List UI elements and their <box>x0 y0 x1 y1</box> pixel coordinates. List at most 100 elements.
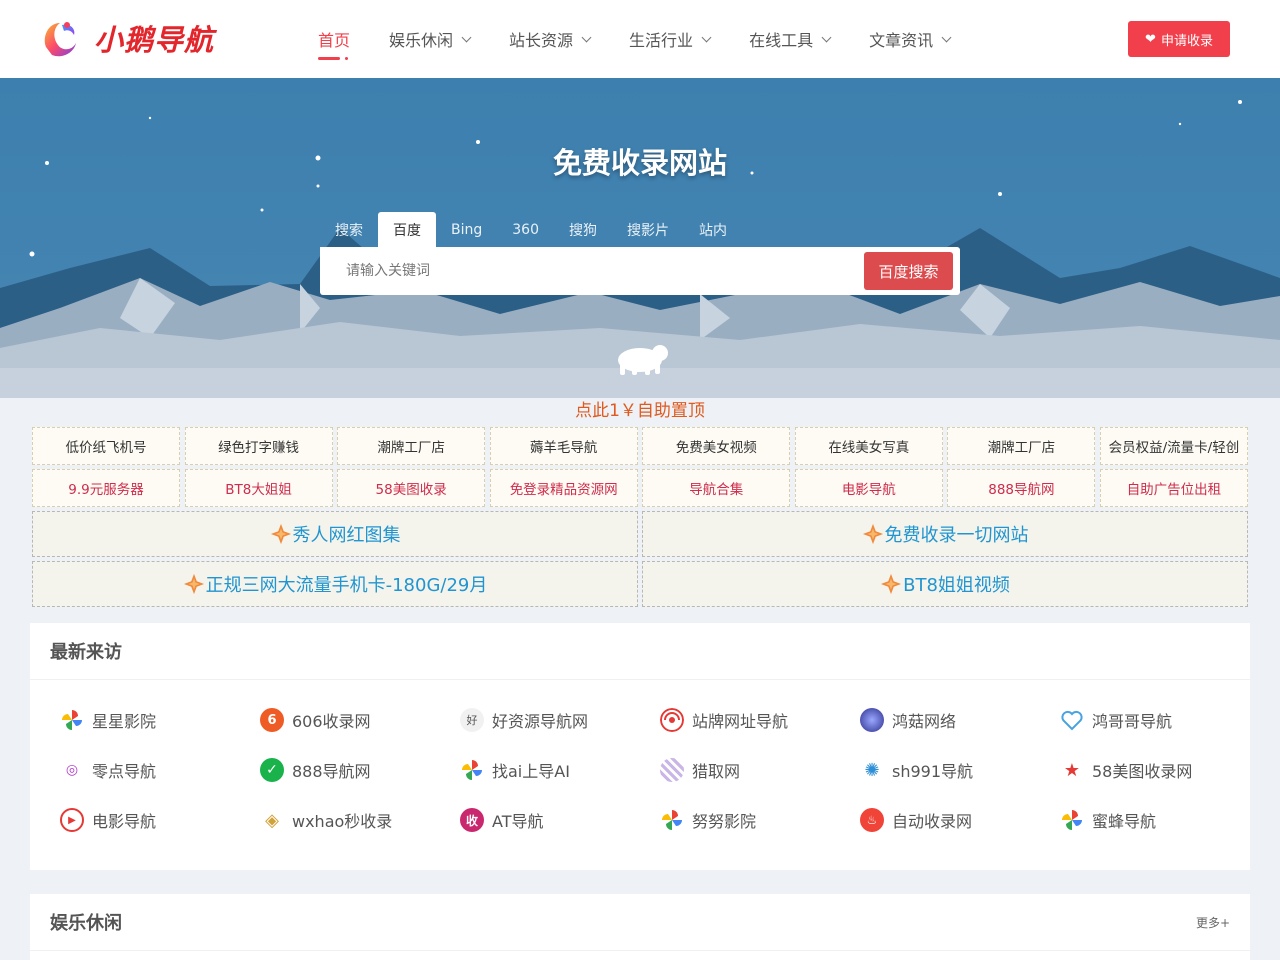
promo-link[interactable]: 在线美女写真 <box>794 427 943 465</box>
site-logo[interactable]: 小鹅导航 <box>40 16 240 60</box>
nav-label: 站长资源 <box>509 31 574 50</box>
visitor-item[interactable]: ★ 58美图收录网 <box>1060 745 1260 795</box>
promo-grid: 低价纸飞机号 绿色打字赚钱 潮牌工厂店 薅羊毛导航 免费美女视频 在线美女写真 … <box>32 427 1248 611</box>
wide-promo-text: BT8姐姐视频 <box>903 575 1010 596</box>
promo-link[interactable]: 58美图收录 <box>337 469 486 507</box>
visitor-name: 鸿哥哥导航 <box>1092 712 1173 731</box>
visitor-item[interactable]: 努努影院 <box>660 795 860 845</box>
visitor-item[interactable]: 猎取网 <box>660 745 860 795</box>
pattern-icon <box>660 758 684 782</box>
swirl-icon <box>660 708 684 732</box>
check-badge-icon: ✓ <box>260 758 284 782</box>
nav-item-home[interactable]: 首页 <box>302 0 366 78</box>
pin-link-text: 点此1￥自助置顶 <box>575 401 705 421</box>
promo-link[interactable]: 潮牌工厂店 <box>947 427 1096 465</box>
visitor-item[interactable]: 收 AT导航 <box>460 795 660 845</box>
wide-promo-row: 秀人网红图集 免费收录一切网站 <box>32 511 1248 557</box>
tab-search[interactable]: 搜索 <box>320 212 378 247</box>
wide-promo-link[interactable]: 秀人网红图集 <box>32 511 638 557</box>
tab-video-search[interactable]: 搜影片 <box>612 212 684 247</box>
visitor-name: 好资源导航网 <box>492 712 589 731</box>
nav-item-articles[interactable]: 文章资讯 <box>853 0 966 78</box>
promo-link[interactable]: 会员权益/流量卡/轻创 <box>1099 427 1248 465</box>
promo-link[interactable]: 潮牌工厂店 <box>337 427 486 465</box>
heart-outline-icon <box>1061 710 1083 731</box>
promo-link[interactable]: 薅羊毛导航 <box>489 427 638 465</box>
wide-promo-link[interactable]: 免费收录一切网站 <box>642 511 1248 557</box>
visitor-item[interactable]: ✓ 888导航网 <box>260 745 460 795</box>
visitor-item[interactable]: 找ai上导AI <box>460 745 660 795</box>
main-nav: 首页 娱乐休闲 站长资源 生活行业 在线工具 文章资讯 <box>302 0 973 78</box>
logo-text: 小鹅导航 <box>94 23 215 57</box>
more-link[interactable]: 更多+ <box>1196 914 1230 931</box>
promo-link[interactable]: BT8大姐姐 <box>184 469 333 507</box>
flame-icon: ♨ <box>860 808 884 832</box>
visitor-name: 猎取网 <box>692 762 741 781</box>
baidu-search-button[interactable]: 百度搜索 <box>864 252 953 290</box>
nav-item-entertainment[interactable]: 娱乐休闲 <box>373 0 486 78</box>
visitor-item[interactable]: 好好资源导航网 <box>460 695 660 745</box>
search-input[interactable] <box>320 247 860 295</box>
wide-promo-text: 免费收录一切网站 <box>884 525 1029 546</box>
pinwheel-icon <box>662 810 682 830</box>
galaxy-icon <box>860 708 884 732</box>
visitor-item[interactable]: ◎ 零点导航 <box>60 745 260 795</box>
top-header: 小鹅导航 首页 娱乐休闲 站长资源 生活行业 在线工具 文章资讯 ❤ 申请收录 <box>0 0 1280 78</box>
visitor-item[interactable]: 鸿哥哥导航 <box>1060 695 1260 745</box>
self-service-pin-link[interactable]: 点此1￥自助置顶 <box>0 398 1280 424</box>
nav-item-webmaster[interactable]: 站长资源 <box>493 0 606 78</box>
visitor-item[interactable]: ✺ sh991导航 <box>860 745 1060 795</box>
tab-360[interactable]: 360 <box>497 212 554 247</box>
promo-link[interactable]: 导航合集 <box>642 469 791 507</box>
nav-label: 文章资讯 <box>869 31 934 50</box>
tab-sogou[interactable]: 搜狗 <box>554 212 612 247</box>
promo-link[interactable]: 888导航网 <box>947 469 1096 507</box>
orange-star-icon <box>183 573 204 595</box>
diamond-icon: ◈ <box>265 809 279 831</box>
nav-item-life[interactable]: 生活行业 <box>613 0 726 78</box>
promo-link[interactable]: 9.9元服务器 <box>32 469 180 507</box>
visitor-item[interactable]: 鸿菇网络 <box>860 695 1060 745</box>
chevron-down-icon <box>701 32 712 42</box>
visitor-name: 自动收录网 <box>892 812 973 831</box>
wide-promo-link[interactable]: 正规三网大流量手机卡-180G/29月 <box>32 561 638 607</box>
promo-row: 9.9元服务器 BT8大姐姐 58美图收录 免登录精品资源网 导航合集 电影导航… <box>32 469 1248 507</box>
visitor-name: AT导航 <box>492 812 544 831</box>
visitor-name: sh991导航 <box>892 762 974 781</box>
wide-promo-link[interactable]: BT8姐姐视频 <box>642 561 1248 607</box>
chevron-down-icon <box>821 32 832 42</box>
nav-label: 在线工具 <box>749 31 814 50</box>
swan-logo-icon <box>44 22 76 57</box>
visitor-name: 零点导航 <box>92 762 157 781</box>
search-box: 百度搜索 <box>320 247 960 295</box>
promo-link[interactable]: 绿色打字赚钱 <box>184 427 333 465</box>
brand-mark-icon: 好 <box>460 708 484 732</box>
apply-listing-button[interactable]: ❤ 申请收录 <box>1128 21 1230 57</box>
nav-label: 首页 <box>318 31 351 50</box>
promo-link[interactable]: 低价纸飞机号 <box>32 427 180 465</box>
orange-star-icon <box>881 573 902 595</box>
tab-bing[interactable]: Bing <box>436 212 497 247</box>
nav-item-tools[interactable]: 在线工具 <box>733 0 846 78</box>
play-icon: ▶ <box>60 808 84 832</box>
visitor-item[interactable]: 站牌网址导航 <box>660 695 860 745</box>
visitor-name: 星星影院 <box>92 712 157 731</box>
visitor-name: 58美图收录网 <box>1092 762 1193 781</box>
visitor-item[interactable]: ♨ 自动收录网 <box>860 795 1060 845</box>
promo-link[interactable]: 免登录精品资源网 <box>489 469 638 507</box>
orange-star-icon <box>862 523 883 545</box>
hero-banner: 免费收录网站 搜索 百度 Bing 360 搜狗 搜影片 站内 百度搜索 <box>0 78 1280 398</box>
visitor-name: 888导航网 <box>292 762 371 781</box>
promo-link[interactable]: 电影导航 <box>794 469 943 507</box>
visitor-item[interactable]: 蜜蜂导航 <box>1060 795 1260 845</box>
visitor-item[interactable]: 6 606收录网 <box>260 695 460 745</box>
visitor-item[interactable]: 星星影院 <box>60 695 260 745</box>
shou-badge-icon: 收 <box>460 808 484 832</box>
visitor-item[interactable]: ▶ 电影导航 <box>60 795 260 845</box>
promo-link[interactable]: 自助广告位出租 <box>1099 469 1248 507</box>
tab-site-search[interactable]: 站内 <box>684 212 742 247</box>
promo-link[interactable]: 免费美女视频 <box>642 427 791 465</box>
tab-baidu[interactable]: 百度 <box>378 212 436 247</box>
chevron-down-icon <box>581 32 592 42</box>
visitor-item[interactable]: ◈ wxhao秒收录 <box>260 795 460 845</box>
